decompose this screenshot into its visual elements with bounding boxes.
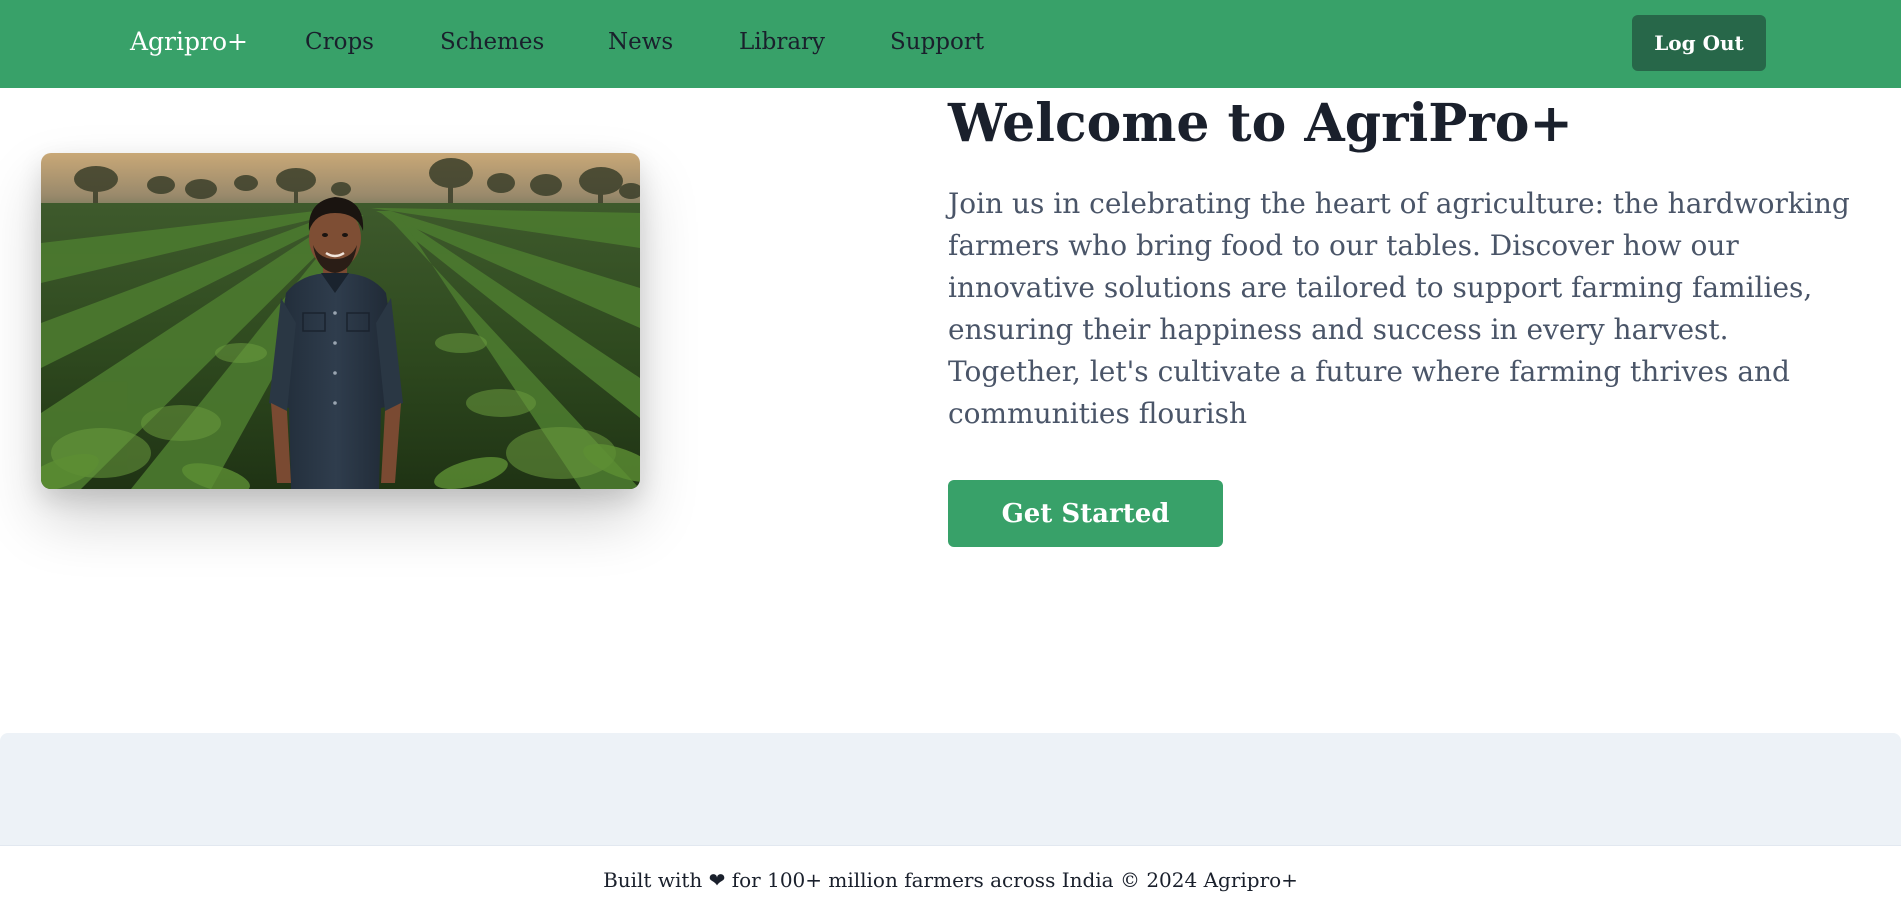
nav-link-crops[interactable]: Crops — [305, 28, 374, 56]
nav-link-support[interactable]: Support — [890, 28, 984, 56]
page-footer: Built with ❤ for 100+ million farmers ac… — [0, 846, 1901, 916]
get-started-button[interactable]: Get Started — [948, 480, 1223, 547]
nav-link-library[interactable]: Library — [739, 28, 825, 56]
footer-text: Built with ❤ for 100+ million farmers ac… — [603, 868, 1298, 892]
brand-logo-link[interactable]: Agripro+ — [130, 27, 248, 57]
hero-farmer-image — [41, 153, 640, 489]
nav-link-schemes[interactable]: Schemes — [440, 28, 544, 56]
hero-title: Welcome to AgriPro+ — [948, 93, 1573, 154]
top-navbar: Agripro+ Crops Schemes News Library Supp… — [0, 0, 1901, 88]
hero-description: Join us in celebrating the heart of agri… — [948, 187, 1850, 430]
grey-section-band — [0, 733, 1901, 846]
logout-button[interactable]: Log Out — [1632, 15, 1766, 71]
nav-link-news[interactable]: News — [608, 28, 673, 56]
